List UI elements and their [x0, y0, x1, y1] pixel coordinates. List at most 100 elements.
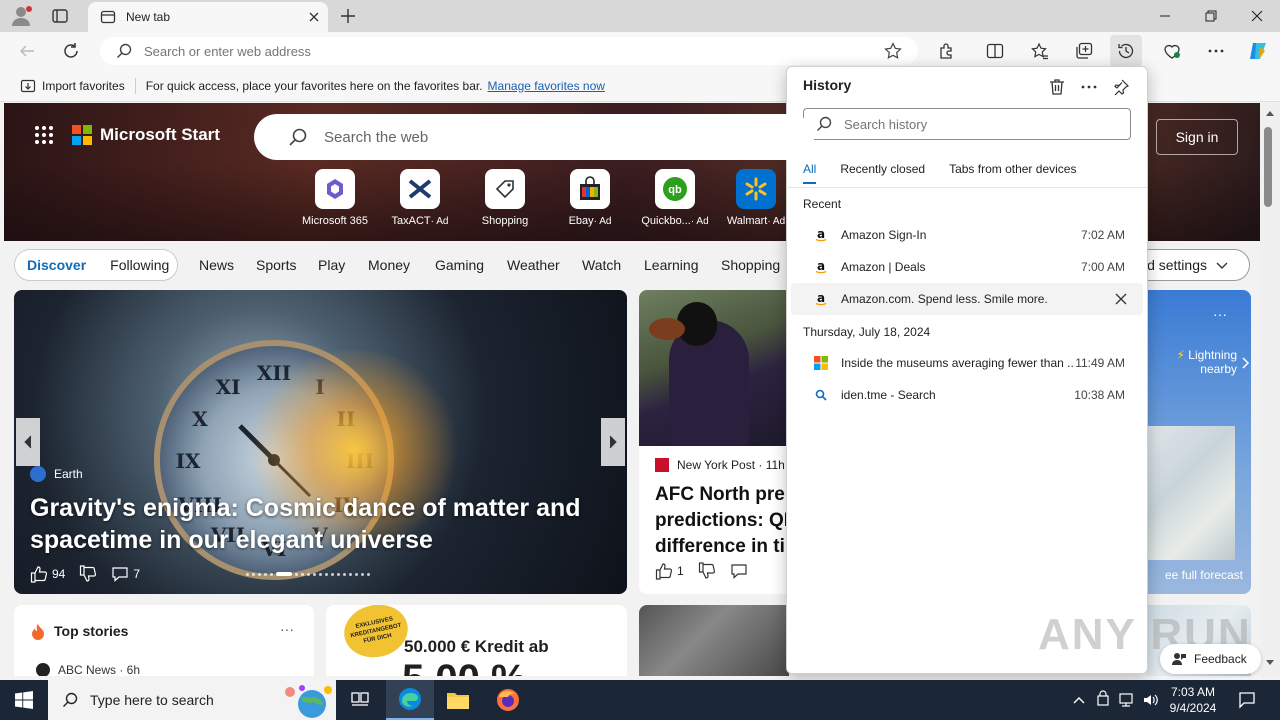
nav-item-news[interactable]: News	[199, 257, 234, 273]
nav-item-gaming[interactable]: Gaming	[435, 257, 484, 273]
history-search-box[interactable]	[803, 108, 1131, 140]
import-favorites-button[interactable]: Import favorites	[14, 77, 136, 94]
top-stories-more-button[interactable]: ···	[280, 621, 294, 637]
news-article-card[interactable]: New York Post · 11h AFC North pre predic…	[639, 290, 789, 594]
advertisement-card[interactable]: EXKLUSIVES KREDITANGEBOT FÜR DICH 50.000…	[326, 605, 627, 676]
quick-link-microsoft-365[interactable]: Microsoft 365	[296, 169, 374, 227]
taskbar-edge-button[interactable]	[386, 680, 434, 720]
comments-button[interactable]: 7	[111, 565, 140, 583]
edge-icon	[399, 688, 421, 710]
quick-link-walmart[interactable]: Walmart· Ad	[721, 169, 791, 227]
history-item[interactable]: a Amazon Sign-In 7:02 AM	[791, 219, 1143, 251]
weather-map[interactable]	[1147, 426, 1235, 560]
tab-other-devices[interactable]: Tabs from other devices	[949, 162, 1076, 184]
new-tab-icon	[100, 9, 116, 25]
extensions-icon[interactable]	[931, 35, 963, 67]
nav-item-play[interactable]: Play	[318, 257, 345, 273]
profile-icon[interactable]	[10, 5, 34, 27]
taskbar-firefox-button[interactable]	[484, 680, 532, 720]
tab-discover[interactable]: Discover	[15, 257, 98, 273]
security-icon[interactable]	[1096, 690, 1110, 710]
see-full-forecast-link[interactable]: ee full forecast	[1147, 568, 1243, 582]
history-more-options-icon[interactable]	[1075, 73, 1103, 101]
article-source[interactable]: ABC News · 6h	[36, 663, 140, 676]
tab-all[interactable]: All	[803, 162, 817, 184]
nav-item-learning[interactable]: Learning	[644, 257, 699, 273]
remove-item-close-icon[interactable]	[1111, 289, 1131, 309]
notifications-icon[interactable]	[1238, 690, 1256, 710]
manage-favorites-link[interactable]: Manage favorites now	[488, 79, 605, 93]
article-title[interactable]: Gravity's enigma: Cosmic dance of matter…	[30, 492, 590, 556]
refresh-icon[interactable]	[62, 42, 80, 60]
taskbar-search-box[interactable]: Type here to search	[48, 680, 336, 720]
delete-history-icon[interactable]	[1043, 73, 1071, 101]
close-tab-icon[interactable]	[308, 11, 320, 23]
collections-icon[interactable]	[1068, 35, 1100, 67]
nav-item-weather[interactable]: Weather	[507, 257, 560, 273]
scroll-down-icon[interactable]	[1265, 659, 1275, 667]
tab-following[interactable]: Following	[98, 257, 181, 273]
tab-actions-icon[interactable]	[52, 8, 68, 24]
tab-new-tab[interactable]: New tab	[88, 2, 328, 32]
address-bar[interactable]	[100, 37, 918, 65]
scroll-up-icon[interactable]	[1265, 109, 1275, 117]
carousel-indicator[interactable]	[246, 572, 373, 576]
taskbar-file-explorer-button[interactable]	[434, 680, 482, 720]
copilot-icon[interactable]	[1242, 35, 1274, 67]
task-view-button[interactable]	[336, 680, 384, 720]
dislike-button[interactable]	[79, 565, 97, 583]
weather-more-button[interactable]: ···	[1213, 306, 1227, 322]
history-item[interactable]: iden.tme - Search 10:38 AM	[791, 379, 1143, 411]
split-screen-icon[interactable]	[979, 35, 1011, 67]
featured-article-card[interactable]: XIIIII IIIIVV VIVIIVIII IXXXI Earth Grav…	[14, 290, 627, 594]
pin-icon[interactable]	[1107, 73, 1135, 101]
tab-recently-closed[interactable]: Recently closed	[840, 162, 925, 184]
favorites-icon[interactable]	[1024, 35, 1056, 67]
quick-link-shopping[interactable]: Shopping	[466, 169, 544, 227]
back-icon[interactable]	[18, 42, 36, 60]
close-window-button[interactable]	[1234, 0, 1280, 32]
minimize-button[interactable]	[1142, 0, 1188, 32]
nav-item-shopping[interactable]: Shopping	[721, 257, 780, 273]
system-clock[interactable]: 7:03 AM 9/4/2024	[1158, 684, 1228, 716]
start-button[interactable]	[0, 680, 48, 720]
carousel-prev-button[interactable]	[16, 418, 40, 466]
history-item[interactable]: a Amazon | Deals 7:00 AM	[791, 251, 1143, 283]
history-item[interactable]: a Amazon.com. Spend less. Smile more.	[791, 283, 1143, 315]
quick-link-ebay[interactable]: Ebay· Ad	[551, 169, 629, 227]
history-search-input[interactable]	[844, 116, 1104, 132]
like-button[interactable]: 1	[655, 562, 684, 580]
like-button[interactable]: 94	[30, 565, 65, 583]
article-title[interactable]: AFC North pre predictions: QI difference…	[655, 482, 789, 560]
weather-card[interactable]: ··· ⚡ Lightning nearby ee full forecast	[1147, 290, 1251, 594]
page-scrollbar[interactable]	[1260, 103, 1280, 676]
nav-item-sports[interactable]: Sports	[256, 257, 296, 273]
history-item[interactable]: Inside the museums averaging fewer than …	[791, 347, 1143, 379]
network-icon[interactable]	[1118, 690, 1136, 710]
history-icon[interactable]	[1110, 35, 1142, 67]
new-tab-plus-icon[interactable]	[340, 8, 356, 24]
sign-in-button[interactable]: Sign in	[1156, 119, 1238, 155]
feedback-button[interactable]: Feedback	[1160, 644, 1261, 674]
nav-item-money[interactable]: Money	[368, 257, 410, 273]
carousel-next-button[interactable]	[601, 418, 625, 466]
lightning-alert[interactable]: ⚡ Lightning nearby	[1155, 348, 1250, 376]
address-input[interactable]	[144, 43, 844, 59]
favorite-star-icon[interactable]	[884, 42, 902, 60]
nav-item-watch[interactable]: Watch	[582, 257, 621, 273]
show-hidden-icons-chevron-icon[interactable]	[1072, 690, 1086, 710]
dislike-button[interactable]	[698, 562, 716, 580]
restore-button[interactable]	[1188, 0, 1234, 32]
comments-button[interactable]	[730, 562, 748, 580]
apps-grid-icon[interactable]	[34, 125, 54, 145]
browser-essentials-icon[interactable]	[1156, 35, 1188, 67]
more-options-icon[interactable]	[1200, 35, 1232, 67]
article-image-card[interactable]	[639, 605, 789, 676]
scrollbar-thumb[interactable]	[1264, 127, 1272, 207]
microsoft-start-brand[interactable]: Microsoft Start	[34, 125, 220, 145]
quick-link-taxact[interactable]: TaxACT· Ad	[381, 169, 459, 227]
article-source[interactable]: Earth	[30, 466, 83, 482]
web-search-box[interactable]: Search the web	[254, 114, 814, 160]
quick-link-quickbooks[interactable]: qb Quickbo...· Ad	[636, 169, 714, 227]
article-source[interactable]: New York Post · 11h	[655, 458, 785, 472]
